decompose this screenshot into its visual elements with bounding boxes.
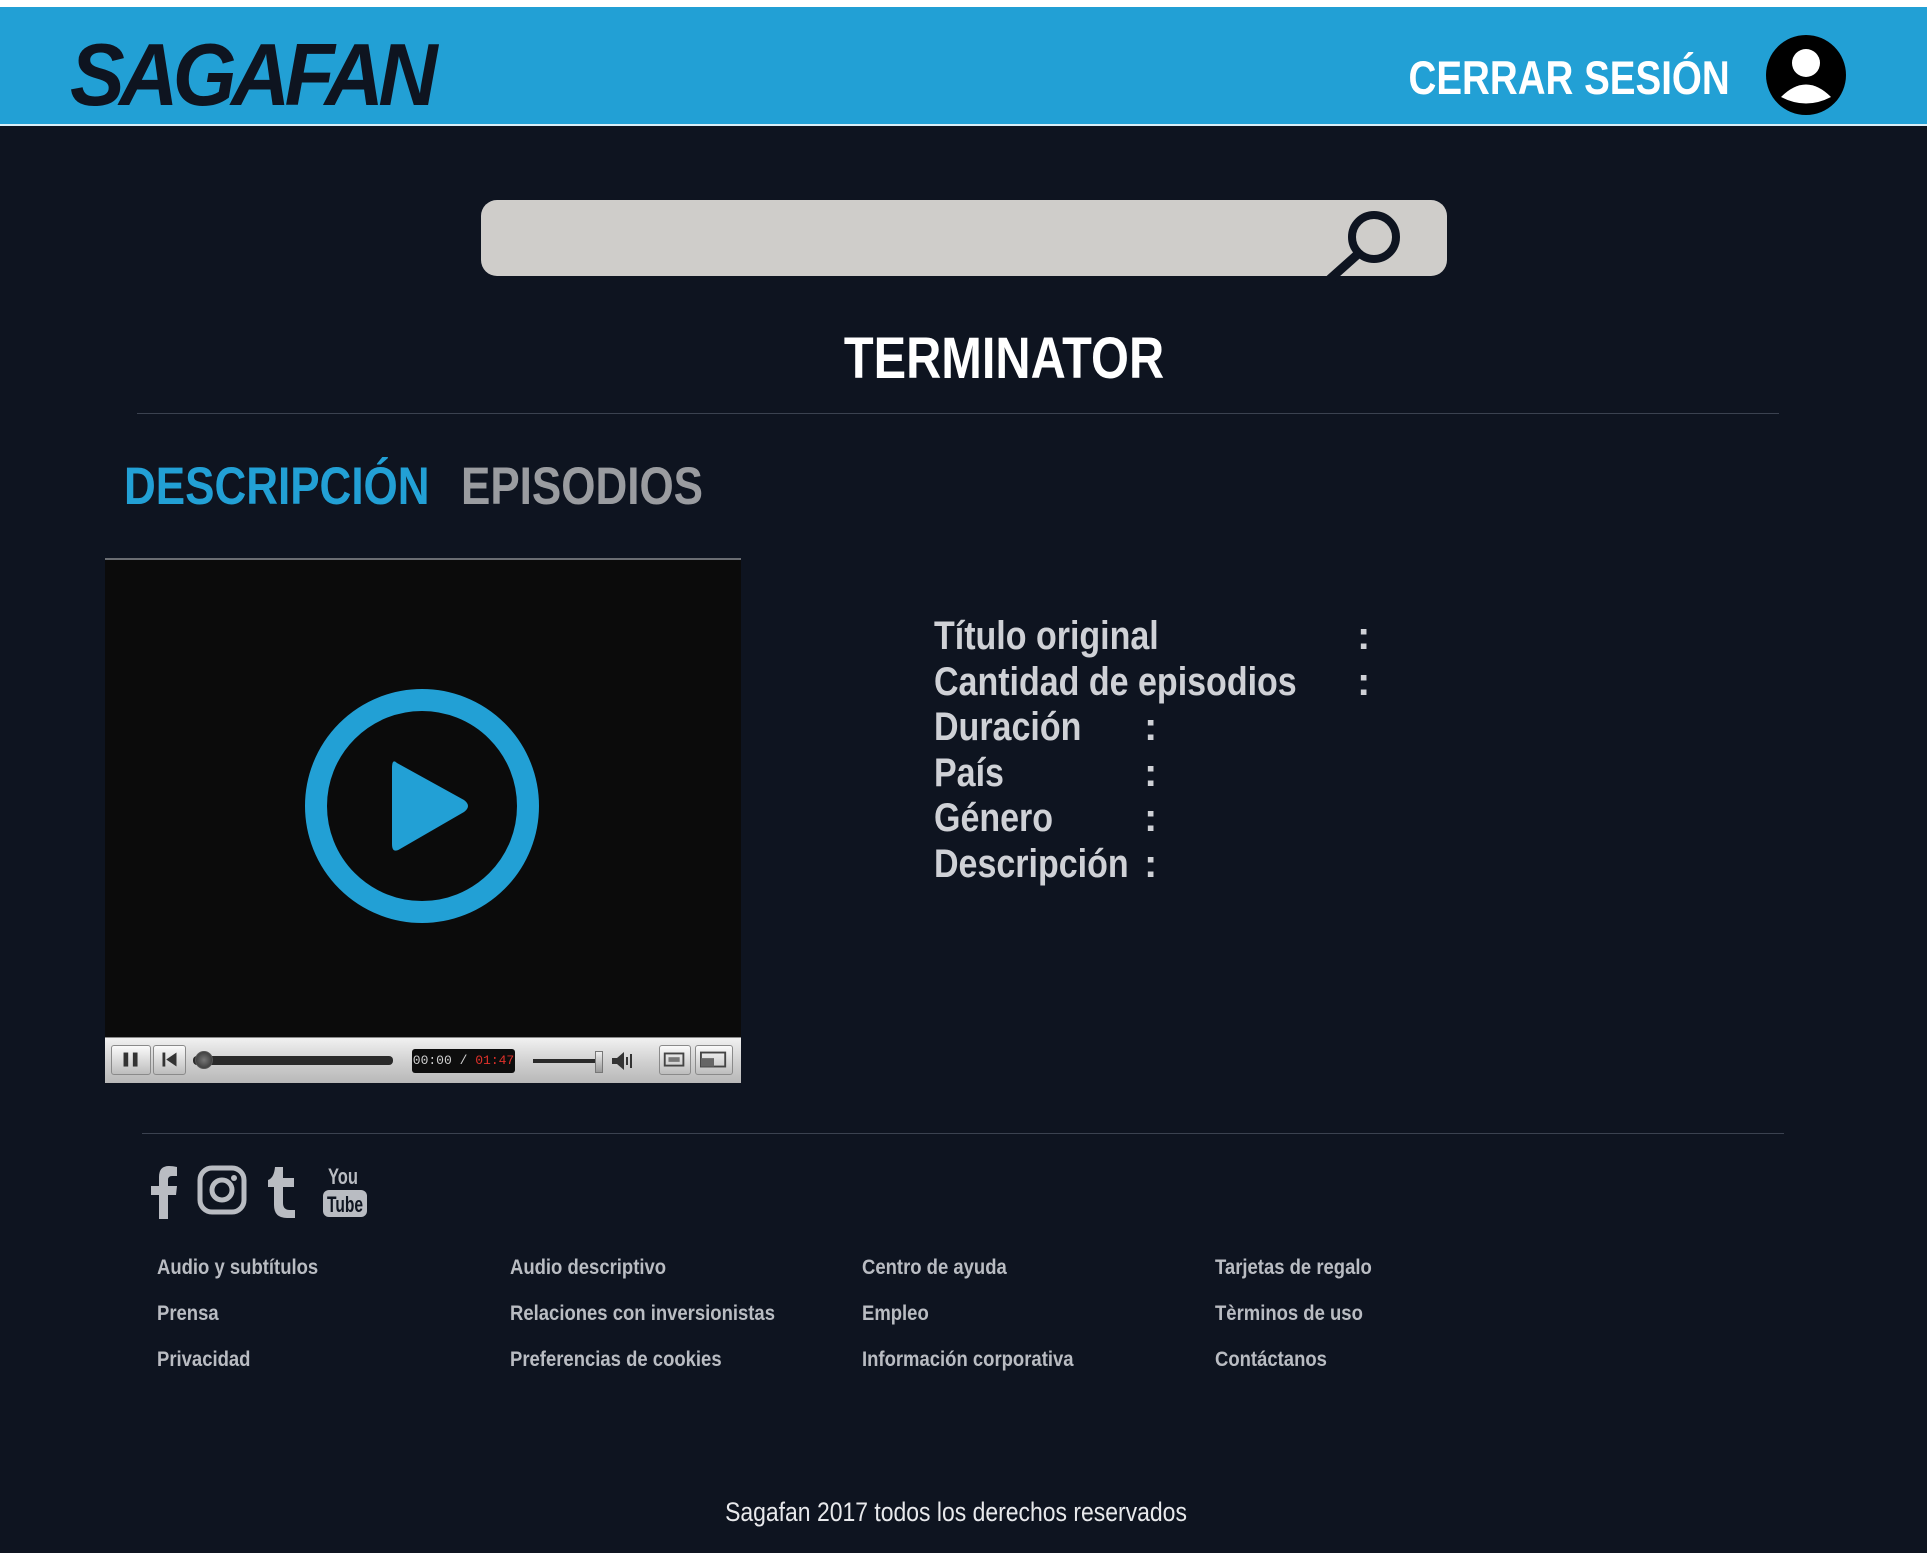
sagafan-logo[interactable]: SAGAFAN — [70, 35, 440, 115]
tab-descripcion[interactable]: DESCRIPCIÓN — [124, 456, 430, 517]
info-label-genero: Género — [934, 796, 1054, 840]
info-label-cantidad-episodios: Cantidad de episodios — [934, 660, 1297, 704]
user-avatar-icon[interactable] — [1765, 34, 1847, 116]
fullscreen-button[interactable] — [695, 1045, 733, 1075]
screen-icon — [663, 1052, 685, 1067]
svg-text:You: You — [328, 1164, 358, 1189]
footer-link[interactable]: Preferencias de cookies — [510, 1348, 722, 1372]
footer-link[interactable]: Relaciones con inversionistas — [510, 1302, 775, 1326]
volume-knob[interactable] — [595, 1051, 603, 1073]
theater-mode-button[interactable] — [659, 1045, 691, 1075]
tumblr-icon[interactable] — [265, 1165, 299, 1219]
footer-link[interactable]: Tèrminos de uso — [1215, 1302, 1363, 1326]
previous-button[interactable] — [153, 1045, 186, 1075]
tab-episodios[interactable]: EPISODIOS — [461, 456, 703, 517]
instagram-icon[interactable] — [197, 1165, 247, 1215]
footer-link[interactable]: Empleo — [862, 1302, 929, 1326]
info-label-pais: País — [934, 751, 1004, 795]
footer-link[interactable]: Audio y subtítulos — [157, 1256, 318, 1280]
search-icon[interactable] — [1324, 205, 1408, 281]
info-colon: : — [1144, 751, 1158, 795]
copyright-text: Sagafan 2017 todos los derechos reservad… — [725, 1497, 1187, 1527]
time-separator: / — [459, 1053, 468, 1068]
play-icon[interactable] — [304, 688, 540, 924]
youtube-icon[interactable]: You Tube — [321, 1162, 369, 1220]
title-divider — [137, 413, 1779, 414]
svg-text:Tube: Tube — [327, 1192, 363, 1217]
time-display: 00:00 / 01:47 — [412, 1049, 515, 1073]
footer-link[interactable]: Información corporativa — [862, 1348, 1074, 1372]
footer-divider — [142, 1133, 1784, 1134]
current-time: 00:00 — [412, 1053, 452, 1068]
search-bar — [481, 200, 1447, 281]
info-colon: : — [1357, 660, 1371, 704]
fullscreen-icon — [699, 1051, 727, 1068]
top-bar: SAGAFAN CERRAR SESIÓN — [0, 7, 1927, 126]
info-label-descripcion: Descripción — [934, 842, 1129, 886]
info-colon: : — [1144, 705, 1158, 749]
facebook-icon[interactable] — [149, 1165, 179, 1219]
footer-link[interactable]: Tarjetas de regalo — [1215, 1256, 1372, 1280]
progress-bar[interactable] — [193, 1056, 393, 1065]
footer-link[interactable]: Audio descriptivo — [510, 1256, 666, 1280]
volume-icon[interactable] — [609, 1049, 635, 1073]
footer-link[interactable]: Prensa — [157, 1302, 219, 1326]
info-label-duracion: Duración — [934, 705, 1082, 749]
pause-button[interactable] — [111, 1045, 151, 1075]
skip-back-icon — [162, 1052, 177, 1067]
info-colon: : — [1144, 796, 1158, 840]
info-label-titulo-original: Título original — [934, 614, 1159, 658]
pause-icon — [123, 1052, 138, 1067]
volume-slider[interactable] — [533, 1059, 599, 1063]
progress-knob[interactable] — [195, 1051, 213, 1069]
svg-text:SAGAFAN: SAGAFAN — [70, 35, 440, 115]
total-time: 01:47 — [475, 1053, 515, 1068]
player-controls: 00:00 / 01:47 — [105, 1037, 741, 1083]
info-colon: : — [1357, 614, 1371, 658]
video-player[interactable]: 00:00 / 01:47 — [105, 558, 741, 1083]
footer-link[interactable]: Centro de ayuda — [862, 1256, 1007, 1280]
info-colon: : — [1144, 842, 1158, 886]
page-title: TERMINATOR — [843, 326, 1165, 391]
footer-link[interactable]: Privacidad — [157, 1348, 250, 1372]
footer-link[interactable]: Contáctanos — [1215, 1348, 1327, 1372]
search-input[interactable] — [501, 200, 1325, 278]
logout-button[interactable]: CERRAR SESIÓN — [1409, 50, 1730, 105]
